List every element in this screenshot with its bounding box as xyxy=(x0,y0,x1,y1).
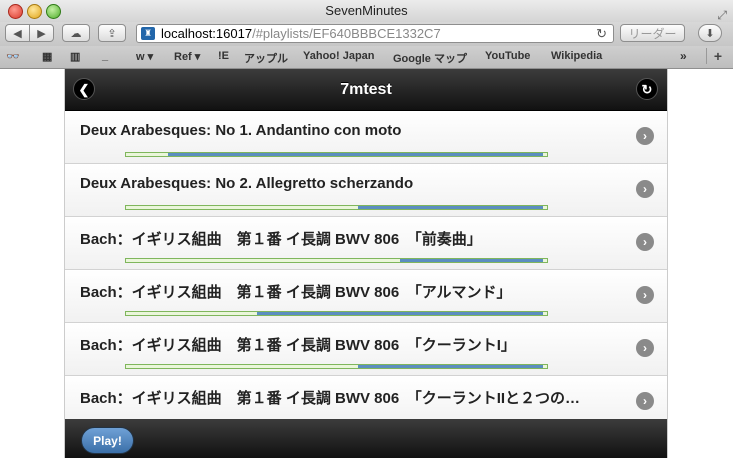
url-path: /#playlists/EF640BBBCE1332C7 xyxy=(252,26,441,41)
track-title: Bach：イギリス組曲 第１番 イ長調 BWV 806 「クーラントIIと２つの… xyxy=(80,390,581,407)
chevron-right-icon[interactable]: › xyxy=(636,392,654,410)
url-host: localhost:16017 xyxy=(161,26,253,41)
back-button[interactable]: ◀ xyxy=(5,24,30,42)
app-footer: Play! xyxy=(65,419,667,458)
bookmark-item[interactable]: Ref ▾ xyxy=(174,50,200,63)
track-title: Bach：イギリス組曲 第１番 イ長調 BWV 806 「前奏曲」 xyxy=(80,231,482,248)
bookmark-item[interactable]: Google マップ xyxy=(393,50,467,66)
show-all-bookmarks-icon[interactable]: ▥ xyxy=(70,50,80,63)
chevron-right-icon[interactable]: › xyxy=(636,339,654,357)
app-header: ❮ 7mtest ↻ xyxy=(65,69,667,111)
progress-fill xyxy=(256,312,543,315)
page-content: ❮ 7mtest ↻ Deux Arabesques: No 1. Andant… xyxy=(0,69,733,458)
reload-icon[interactable]: ↻ xyxy=(596,25,607,42)
track-row[interactable]: Deux Arabesques: No 1. Andantino con mot… xyxy=(65,111,667,164)
chevron-right-icon[interactable]: › xyxy=(636,233,654,251)
track-progress-bar xyxy=(125,205,548,210)
track-progress-bar xyxy=(125,258,548,263)
chevron-right-icon[interactable]: › xyxy=(636,286,654,304)
track-row[interactable]: Bach：イギリス組曲 第１番 イ長調 BWV 806 「クーラントI」 › xyxy=(65,323,667,376)
playlist-app: ❮ 7mtest ↻ Deux Arabesques: No 1. Andant… xyxy=(64,69,668,458)
track-progress-bar xyxy=(125,311,548,316)
progress-fill xyxy=(357,365,543,368)
new-tab-icon[interactable]: + xyxy=(706,48,729,64)
track-title: Deux Arabesques: No 2. Allegretto scherz… xyxy=(80,175,414,192)
reading-list-icon[interactable]: 👓 xyxy=(6,50,20,63)
bookmark-item[interactable]: _ xyxy=(102,50,108,62)
bookmark-item[interactable]: アップル xyxy=(244,50,288,66)
track-title: Bach：イギリス組曲 第１番 イ長調 BWV 806 「クーラントI」 xyxy=(80,337,516,354)
track-row[interactable]: Bach：イギリス組曲 第１番 イ長調 BWV 806 「前奏曲」 › xyxy=(65,217,667,270)
track-row[interactable]: Deux Arabesques: No 2. Allegretto scherz… xyxy=(65,164,667,217)
track-progress-bar xyxy=(125,364,548,369)
track-list: Deux Arabesques: No 1. Andantino con mot… xyxy=(65,111,667,429)
bookmark-item[interactable]: Wikipedia xyxy=(551,50,602,62)
bookmark-item[interactable]: YouTube xyxy=(485,50,530,62)
track-title: Deux Arabesques: No 1. Andantino con mot… xyxy=(80,122,402,139)
close-window-button[interactable] xyxy=(8,4,23,19)
share-button[interactable]: ⇪ xyxy=(98,24,126,42)
address-bar[interactable]: ♜ localhost:16017/#playlists/EF640BBBCE1… xyxy=(136,24,614,43)
bookmark-item[interactable]: Yahoo! Japan xyxy=(303,50,375,62)
url-text: localhost:16017/#playlists/EF640BBBCE133… xyxy=(161,25,441,42)
window-title: SevenMinutes xyxy=(325,3,408,18)
play-button[interactable]: Play! xyxy=(81,427,134,454)
zoom-window-button[interactable] xyxy=(46,4,61,19)
site-favicon-icon: ♜ xyxy=(141,27,155,40)
chevron-right-icon[interactable]: › xyxy=(636,127,654,145)
chevron-right-icon[interactable]: › xyxy=(636,180,654,198)
bookmark-item[interactable]: !E xyxy=(218,50,229,62)
top-sites-icon[interactable]: ▦ xyxy=(42,50,52,63)
downloads-button[interactable]: ⬇ xyxy=(698,24,722,42)
forward-button[interactable]: ▶ xyxy=(29,24,54,42)
window-titlebar: SevenMinutes ⤢ xyxy=(0,0,733,22)
progress-fill xyxy=(357,206,543,209)
more-bookmarks-icon[interactable]: » xyxy=(680,49,687,63)
track-progress-bar xyxy=(125,152,548,157)
reader-button[interactable]: リーダー xyxy=(620,24,685,42)
icloud-tabs-button[interactable]: ☁ xyxy=(62,24,90,42)
track-title: Bach：イギリス組曲 第１番 イ長調 BWV 806 「アルマンド」 xyxy=(80,284,512,301)
bookmarks-bar: 👓 ▦ ▥ _ w ▾ Ref ▾ !E アップル Yahoo! Japan G… xyxy=(0,46,733,69)
minimize-window-button[interactable] xyxy=(27,4,42,19)
track-row[interactable]: Bach：イギリス組曲 第１番 イ長調 BWV 806 「アルマンド」 › xyxy=(65,270,667,323)
bookmark-item[interactable]: w ▾ xyxy=(136,50,153,63)
refresh-icon[interactable]: ↻ xyxy=(636,78,658,100)
page-title: 7mtest xyxy=(340,81,392,98)
browser-toolbar: ◀ ▶ ☁ ⇪ ♜ localhost:16017/#playlists/EF6… xyxy=(0,22,733,46)
progress-fill xyxy=(399,259,543,262)
progress-fill xyxy=(168,153,543,156)
